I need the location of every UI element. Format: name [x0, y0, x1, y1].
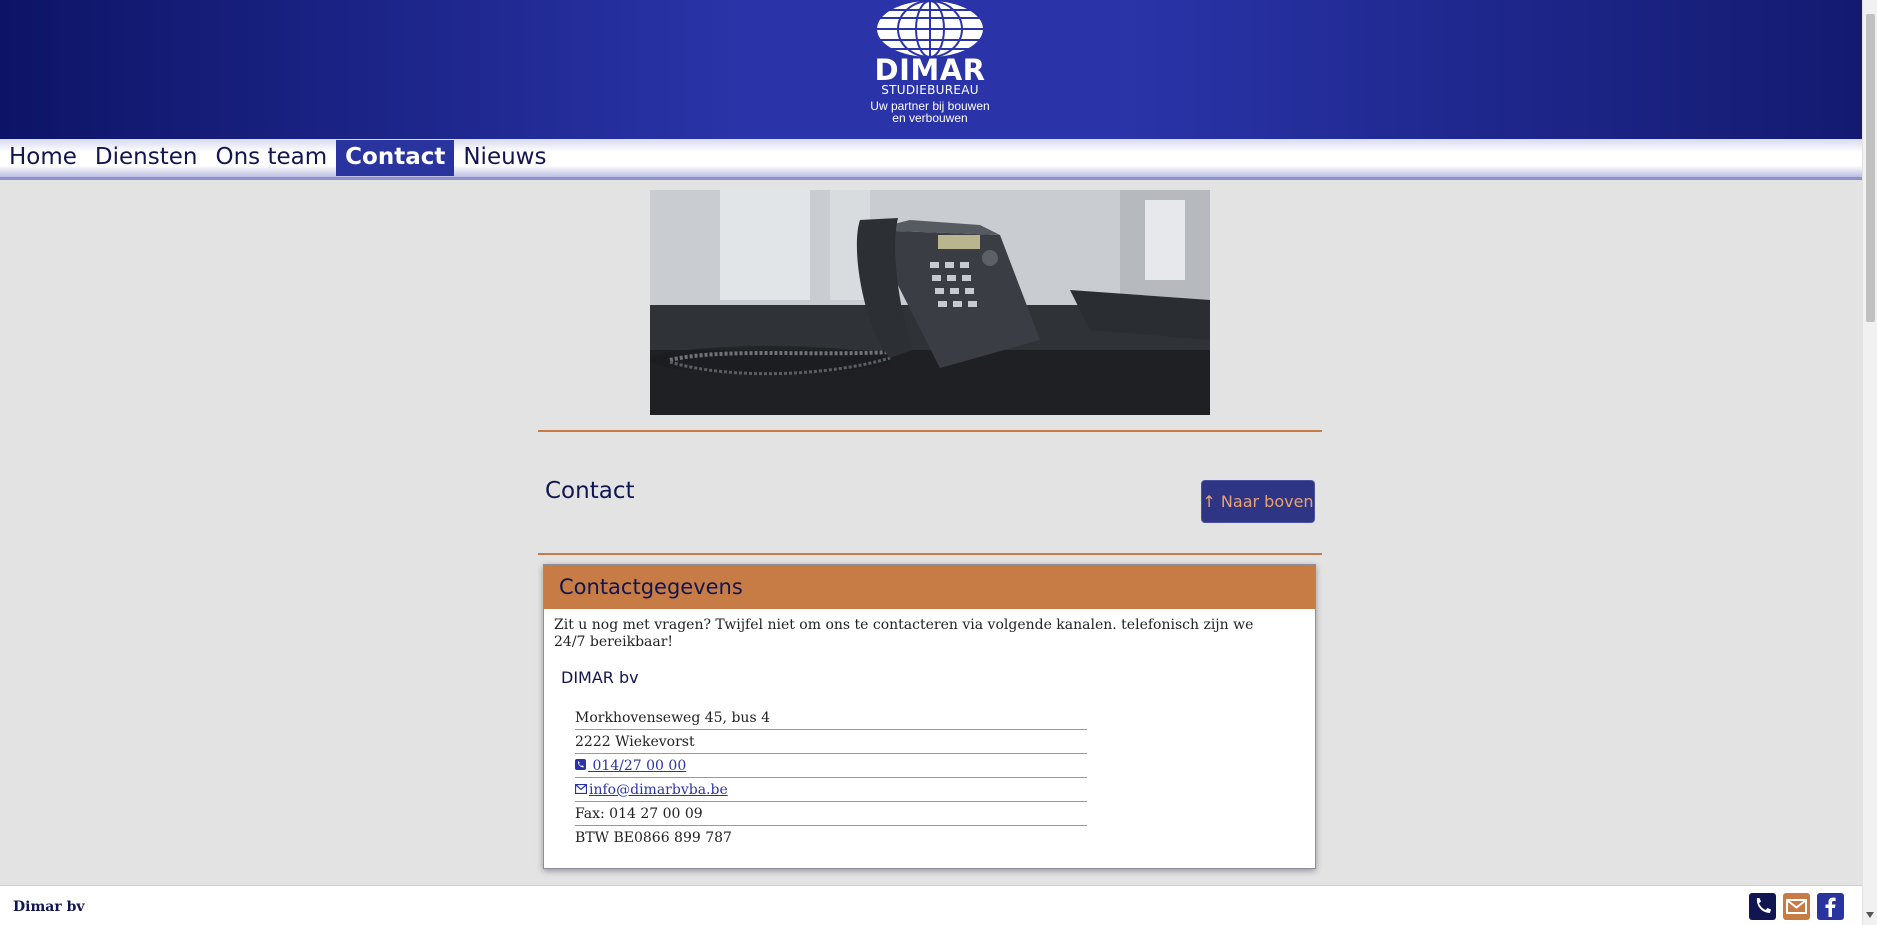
- company-name: DIMAR bv: [561, 668, 639, 687]
- facebook-icon: [1825, 897, 1836, 917]
- hero-desk-phone-image: [650, 190, 1210, 415]
- dimar-logo[interactable]: DIMAR STUDIEBUREAU Uw partner bij bouwen…: [860, 0, 1000, 130]
- mail-icon: [1786, 899, 1807, 914]
- back-to-top-button[interactable]: ↑ Naar boven: [1201, 480, 1315, 523]
- main-navbar: Home Diensten Ons team Contact Nieuws: [0, 139, 1862, 180]
- phone-number: 014/27 00 00: [588, 757, 687, 774]
- scroll-down-arrow-icon[interactable]: [1866, 912, 1874, 918]
- logo-brand: DIMAR: [874, 53, 986, 87]
- phone-row: 014/27 00 00: [575, 754, 1087, 778]
- contact-card-title: Contactgegevens: [544, 565, 1315, 609]
- globe-icon: [877, 0, 983, 58]
- mail-icon: [574, 779, 588, 801]
- logo-tagline-2: en verbouwen: [892, 111, 968, 125]
- phone-link[interactable]: 014/27 00 00: [575, 755, 686, 777]
- nav-item-ons-team[interactable]: Ons team: [206, 140, 336, 176]
- phone-icon: [1756, 898, 1771, 913]
- contact-card: Contactgegevens Zit u nog met vragen? Tw…: [543, 564, 1316, 869]
- address-line-2: 2222 Wiekevorst: [575, 730, 1087, 754]
- contact-info-list: Morkhovenseweg 45, bus 4 2222 Wiekevorst…: [574, 706, 1087, 850]
- nav-item-contact[interactable]: Contact: [336, 140, 455, 176]
- email-link[interactable]: info@dimarbvba.be: [589, 779, 728, 801]
- footer-facebook-button[interactable]: [1817, 893, 1844, 920]
- sticky-footer: Dimar bv: [0, 885, 1862, 925]
- nav-item-home[interactable]: Home: [0, 140, 86, 176]
- scrollbar-thumb[interactable]: [1866, 14, 1875, 322]
- footer-company-name: Dimar bv: [13, 899, 85, 915]
- main-nav: Home Diensten Ons team Contact Nieuws: [0, 140, 556, 176]
- address-line-1: Morkhovenseweg 45, bus 4: [575, 706, 1087, 730]
- nav-item-diensten[interactable]: Diensten: [86, 140, 207, 176]
- phone-icon: [575, 755, 586, 777]
- divider-bottom: [538, 553, 1322, 555]
- fax-row: Fax: 014 27 00 09: [575, 802, 1087, 826]
- nav-item-nieuws[interactable]: Nieuws: [454, 140, 555, 176]
- page-title: Contact: [545, 478, 635, 504]
- footer-mail-button[interactable]: [1783, 893, 1810, 920]
- contact-intro-text: Zit u nog met vragen? Twijfel niet om on…: [554, 617, 1254, 650]
- site-header: DIMAR STUDIEBUREAU Uw partner bij bouwen…: [0, 0, 1862, 139]
- footer-phone-button[interactable]: [1749, 893, 1776, 920]
- email-row: info@dimarbvba.be: [574, 778, 1087, 802]
- page-scrollbar[interactable]: [1862, 0, 1877, 925]
- divider-top: [538, 430, 1322, 432]
- vat-row: BTW BE0866 899 787: [575, 830, 732, 846]
